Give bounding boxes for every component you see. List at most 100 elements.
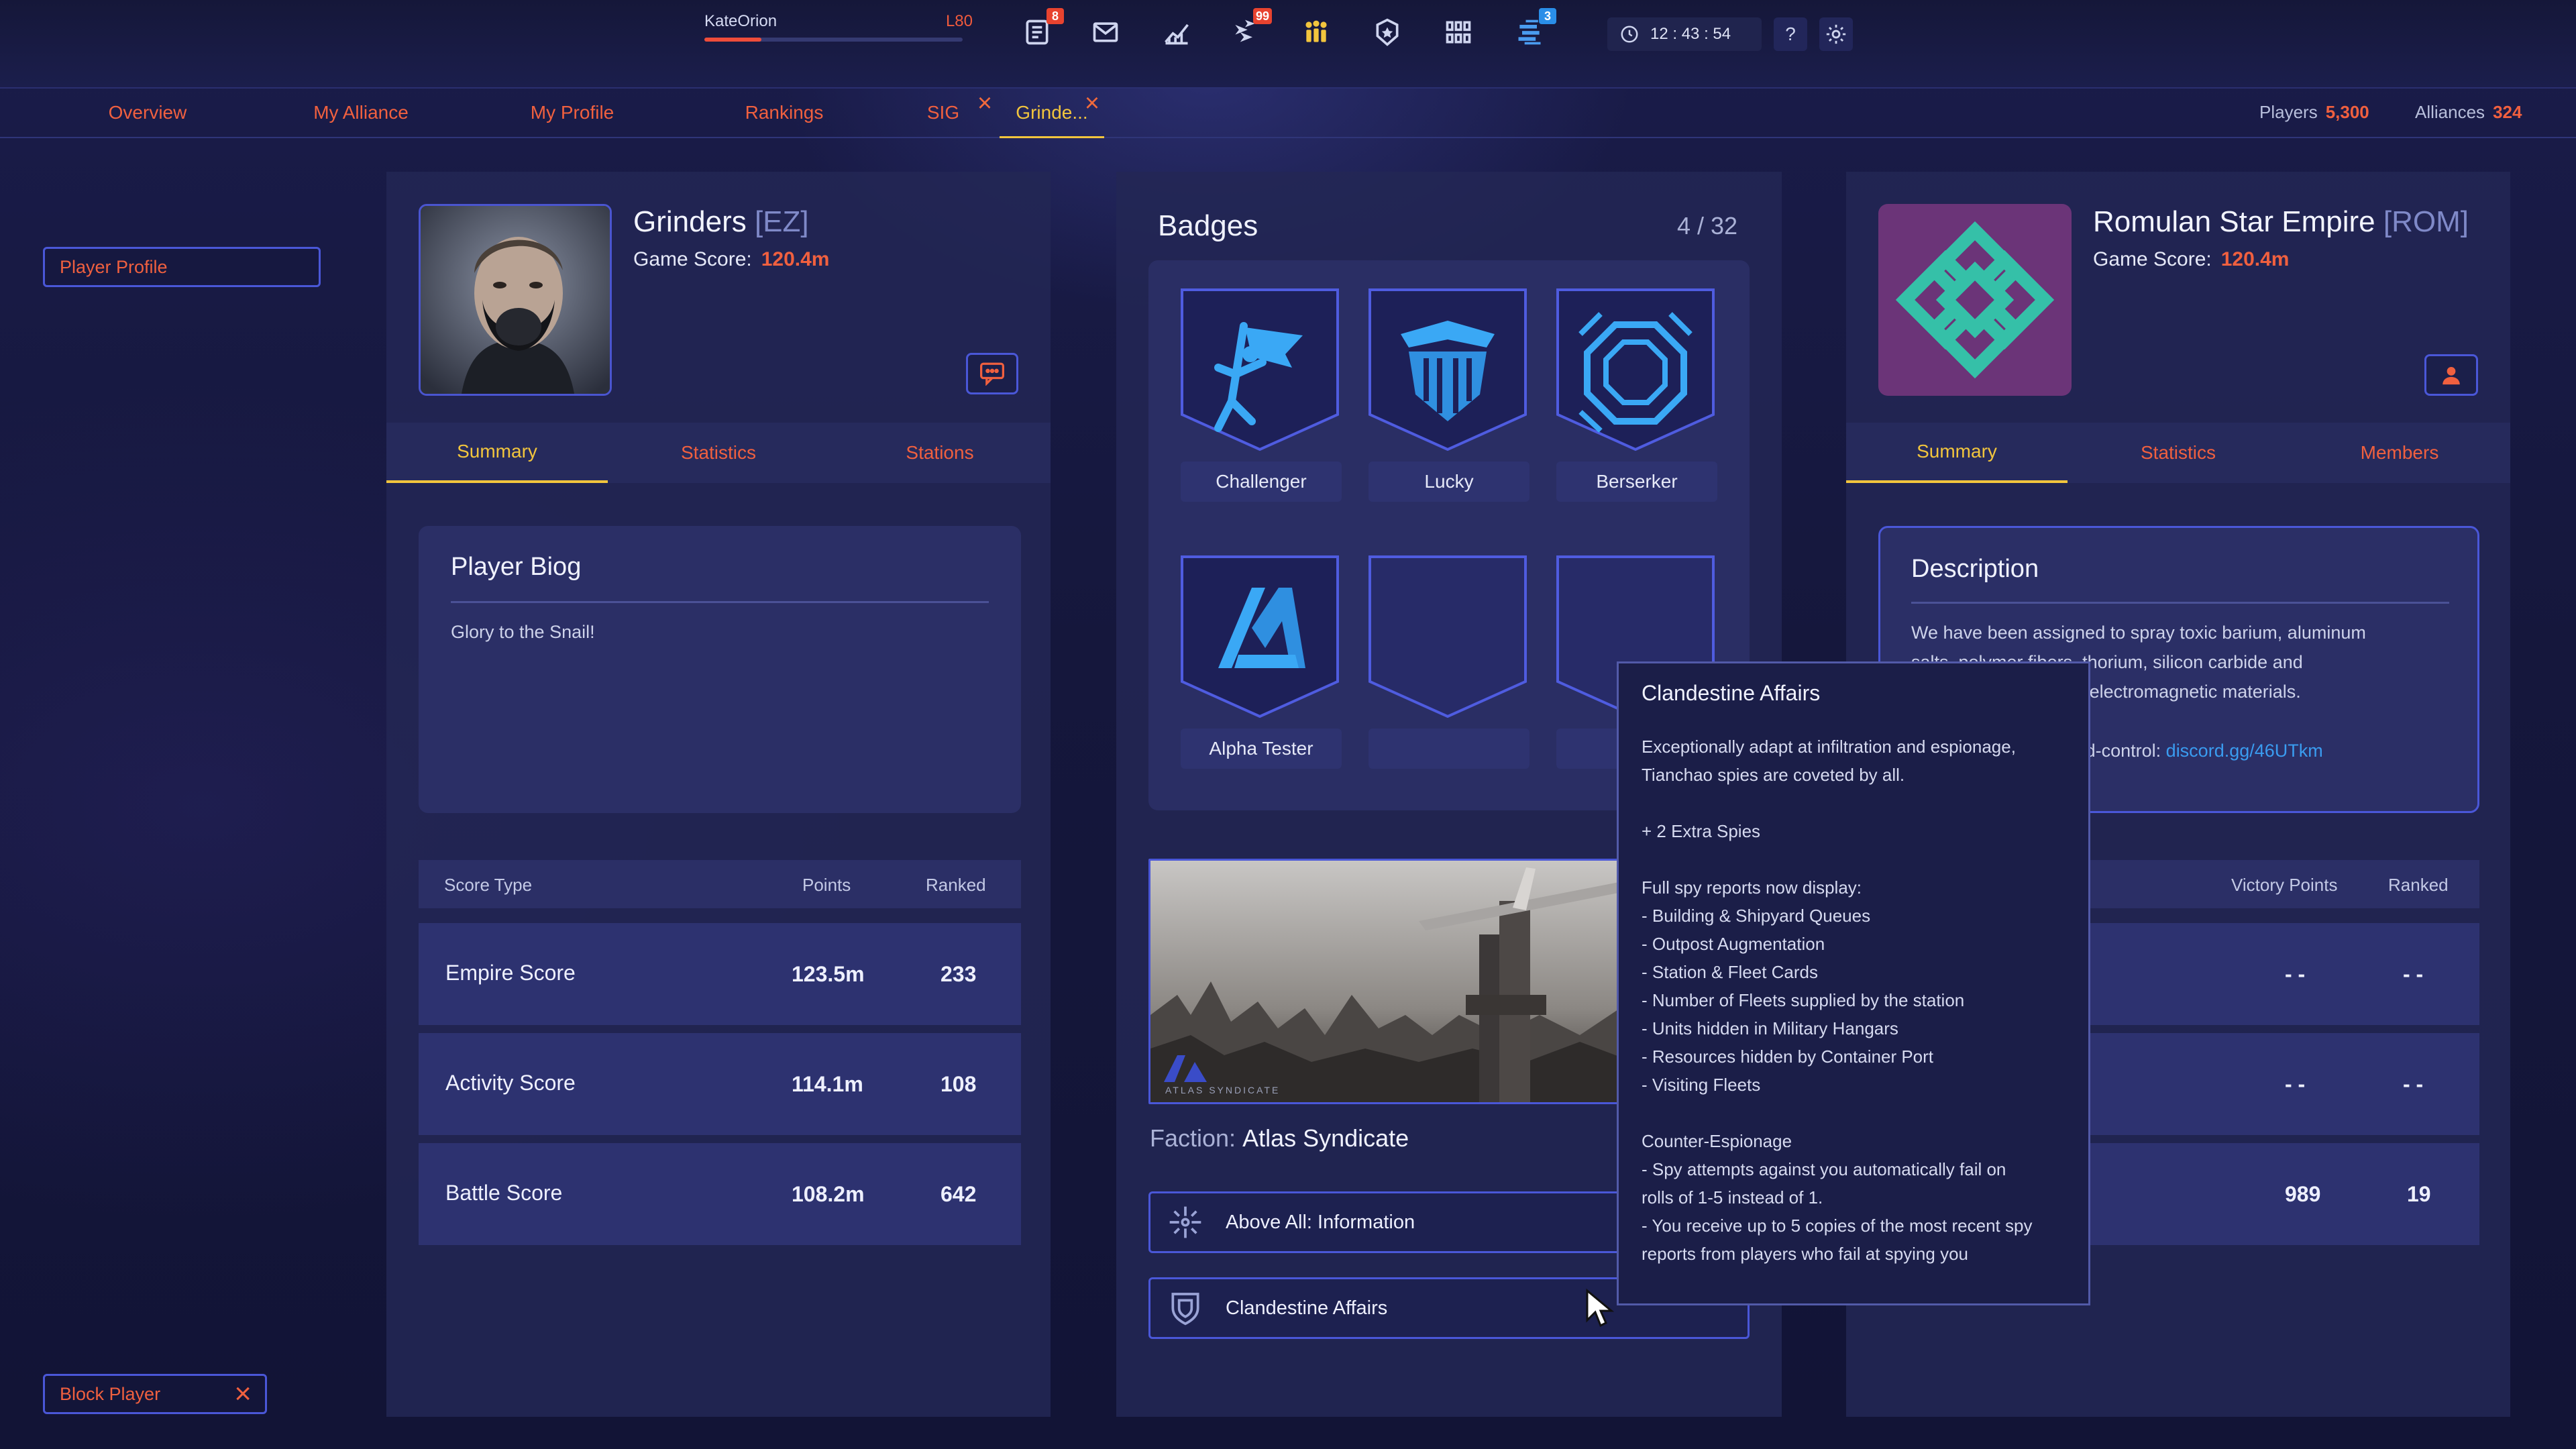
alliance-tag: [ROM] — [2383, 205, 2469, 238]
close-icon: × — [234, 1377, 252, 1410]
view-alliance-member-button[interactable] — [2424, 354, 2478, 396]
player-biog-title: Player Biog — [451, 553, 582, 581]
message-player-button[interactable] — [966, 353, 1018, 394]
perk-tooltip: Clandestine Affairs Exceptionally adapt … — [1617, 661, 2090, 1305]
col-score-type: Score Type — [444, 875, 533, 895]
tooltip-title: Clandestine Affairs — [1642, 681, 1821, 705]
victory-points: 989 — [2285, 1182, 2321, 1206]
alliance-ranked: - - — [2403, 962, 2424, 986]
divider — [1911, 602, 2449, 604]
lucky-badge-icon[interactable] — [1366, 287, 1529, 451]
alliance-game-score-value: 120.4m — [2220, 248, 2290, 270]
fleets-badge: 99 — [1252, 8, 1272, 24]
alliance-game-score: Game Score: 120.4m — [2093, 248, 2289, 271]
user-icon — [2443, 366, 2460, 385]
badges-title: Badges — [1158, 209, 1258, 242]
score-ranked: 233 — [941, 962, 977, 986]
player-tab-summary[interactable]: Summary — [386, 423, 608, 483]
empire-button[interactable]: 3 — [1512, 8, 1556, 50]
alliance-ranked: - - — [2403, 1072, 2424, 1096]
col-points: Points — [802, 875, 851, 895]
current-player-name: KateOrion — [704, 12, 777, 30]
alliance-description-title: Description — [1911, 555, 2039, 583]
crosshair-icon — [1169, 1206, 1201, 1238]
alliance-emblem — [1878, 204, 2072, 396]
alliance-ranked: 19 — [2407, 1182, 2431, 1206]
divider — [451, 601, 989, 603]
player-game-score-label: Game Score: — [633, 248, 752, 270]
alliance-emblem-icon — [1895, 221, 2055, 379]
alliance-name: Romulan Star Empire — [2093, 205, 2375, 238]
score-ranked: 642 — [941, 1182, 977, 1206]
table-row: Activity Score 114.1m 108 — [419, 1033, 1021, 1135]
player-biog-card: Player Biog Glory to the Snail! — [419, 526, 1021, 813]
discord-link[interactable]: discord.gg/46UTkm — [2166, 741, 2323, 761]
close-tab-grinders-icon[interactable]: × — [1080, 91, 1104, 116]
score-type: Activity Score — [445, 1071, 576, 1095]
table-row: Battle Score 108.2m 642 — [419, 1143, 1021, 1245]
player-tab-statistics[interactable]: Statistics — [608, 423, 829, 483]
tab-rankings[interactable]: Rankings — [735, 102, 833, 138]
alliance-subtabs: Summary Statistics Members — [1846, 423, 2510, 483]
settings-button[interactable] — [1819, 17, 1853, 51]
berserker-badge-icon[interactable] — [1554, 287, 1717, 451]
player-game-score: Game Score: 120.4m — [633, 248, 829, 271]
block-player-label: Block Player — [60, 1383, 161, 1404]
col-victory-points: Victory Points — [2231, 875, 2338, 895]
faction-name: Atlas Syndicate — [1242, 1124, 1409, 1152]
mail-button[interactable] — [1088, 15, 1123, 50]
rankings-button[interactable] — [1370, 15, 1405, 50]
victory-points: - - — [2285, 962, 2306, 986]
player-level-chip[interactable]: KateOrion L80 — [704, 12, 973, 46]
statistics-button[interactable] — [1159, 15, 1194, 50]
clock-icon — [1621, 25, 1638, 43]
shield-icon — [1171, 1293, 1199, 1326]
alliance-button[interactable] — [1299, 15, 1334, 50]
badge-label-berserker: Berserker — [1556, 462, 1717, 502]
player-profile-label: Player Profile — [60, 256, 168, 277]
clock-time: 12 : 43 : 54 — [1650, 25, 1731, 43]
player-tag: [EZ] — [754, 205, 809, 238]
news-button[interactable]: 8 — [1020, 8, 1064, 50]
tab-my-profile[interactable]: My Profile — [517, 102, 628, 138]
player-biog-text: Glory to the Snail! — [451, 622, 595, 642]
table-row: Empire Score 123.5m 233 — [419, 923, 1021, 1025]
block-player-button[interactable]: Block Player × — [43, 1374, 267, 1414]
player-tab-stations[interactable]: Stations — [829, 423, 1051, 483]
chat-icon — [980, 362, 1004, 386]
alliance-tab-members[interactable]: Members — [2289, 423, 2510, 483]
badges-count: 4 / 32 — [1677, 212, 1738, 239]
faction-line: Faction: Atlas Syndicate — [1150, 1124, 1409, 1152]
score-points: 114.1m — [792, 1072, 863, 1096]
server-clock: 12 : 43 : 54 — [1607, 17, 1762, 51]
players-value: 5,300 — [2325, 102, 2369, 122]
menu-grid-button[interactable] — [1441, 15, 1476, 50]
fleets-button[interactable]: 99 — [1228, 8, 1272, 50]
mouse-cursor-icon — [1586, 1288, 1614, 1328]
challenger-badge-icon[interactable] — [1178, 287, 1342, 451]
help-button[interactable]: ? — [1774, 17, 1807, 51]
alpha-tester-badge-icon[interactable] — [1178, 554, 1342, 718]
score-points: 123.5m — [792, 962, 865, 986]
close-tab-sig-icon[interactable]: × — [973, 91, 997, 116]
alliance-tab-summary[interactable]: Summary — [1846, 423, 2068, 483]
rank-star-icon — [1376, 18, 1399, 46]
score-ranked: 108 — [941, 1072, 977, 1096]
tab-overview[interactable]: Overview — [94, 102, 201, 138]
tab-sig[interactable]: SIG — [923, 102, 963, 138]
faction-label: Faction: — [1150, 1124, 1236, 1152]
player-name: Grinders — [633, 205, 747, 238]
tab-my-alliance[interactable]: My Alliance — [302, 102, 420, 138]
xp-bar-fill — [704, 38, 761, 42]
tooltip-body: Exceptionally adapt at infiltration and … — [1642, 737, 2033, 1264]
perk-label: Above All: Information — [1226, 1211, 1415, 1233]
player-profile-button[interactable]: Player Profile — [43, 247, 321, 287]
faction-image-caption: ATLAS SYNDICATE — [1165, 1085, 1281, 1095]
top-bar — [0, 0, 2576, 89]
gear-icon — [1826, 24, 1846, 44]
news-badge: 8 — [1046, 8, 1064, 24]
badge-label-lucky: Lucky — [1368, 462, 1529, 502]
player-avatar — [419, 204, 612, 396]
alliance-tab-statistics[interactable]: Statistics — [2068, 423, 2289, 483]
xp-bar — [704, 38, 963, 42]
